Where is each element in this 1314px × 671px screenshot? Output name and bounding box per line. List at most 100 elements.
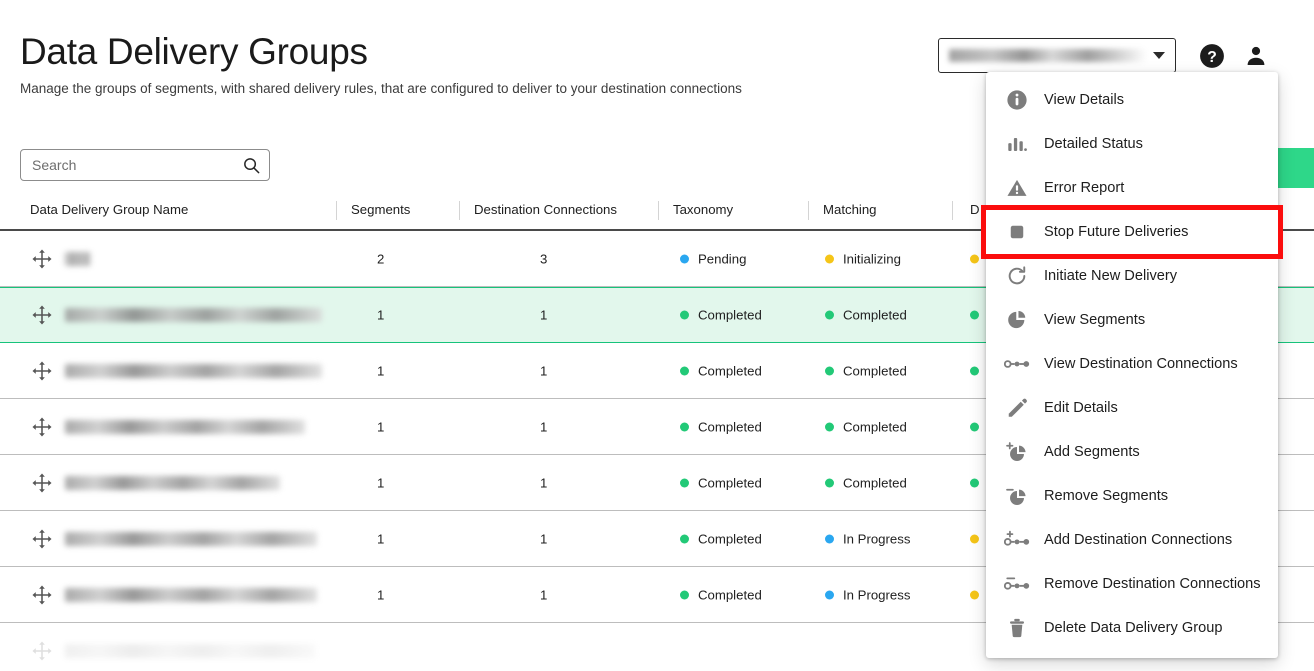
column-header[interactable]: D bbox=[970, 202, 980, 217]
status-dot-icon bbox=[970, 310, 979, 320]
warning-triangle-icon bbox=[1002, 175, 1032, 201]
status-label: Completed bbox=[698, 419, 762, 434]
destination-connections-cell: 1 bbox=[540, 587, 548, 602]
hierarchy-icon bbox=[31, 528, 53, 550]
group-name-cell bbox=[65, 363, 322, 378]
status-dot-icon bbox=[825, 534, 834, 543]
delivery-status-cell bbox=[970, 310, 979, 320]
menu-item-label: Error Report bbox=[1044, 180, 1125, 196]
column-header[interactable]: Data Delivery Group Name bbox=[30, 202, 188, 217]
menu-item-error-report[interactable]: Error Report bbox=[986, 166, 1278, 210]
menu-item-label: Edit Details bbox=[1044, 400, 1118, 416]
status-dot-icon bbox=[825, 254, 834, 263]
destination-connections-cell: 1 bbox=[540, 531, 548, 546]
menu-item-remove-segments[interactable]: Remove Segments bbox=[986, 474, 1278, 518]
menu-item-initiate-new-delivery[interactable]: Initiate New Delivery bbox=[986, 254, 1278, 298]
matching-status-cell: Initializing bbox=[825, 251, 901, 266]
delivery-status-cell bbox=[970, 534, 979, 543]
menu-item-label: Remove Destination Connections bbox=[1044, 576, 1261, 592]
menu-item-detailed-status[interactable]: Detailed Status bbox=[986, 122, 1278, 166]
menu-item-label: Detailed Status bbox=[1044, 136, 1143, 152]
segments-cell: 1 bbox=[377, 419, 385, 434]
status-label: Pending bbox=[698, 251, 747, 266]
status-dot-icon bbox=[680, 366, 689, 375]
delivery-status-cell bbox=[970, 590, 979, 599]
menu-item-view-details[interactable]: View Details bbox=[986, 78, 1278, 122]
page-subtitle: Manage the groups of segments, with shar… bbox=[20, 81, 742, 96]
destination-connections-cell: 1 bbox=[540, 419, 548, 434]
group-name-cell bbox=[65, 475, 280, 490]
row-actions-menu[interactable]: View Details Detailed Status Error Report S… bbox=[981, 72, 1283, 658]
column-header[interactable]: Taxonomy bbox=[673, 202, 733, 217]
connections-plus-icon bbox=[1002, 527, 1032, 553]
menu-item-label: Add Destination Connections bbox=[1044, 532, 1233, 548]
matching-status-cell: In Progress bbox=[825, 531, 910, 546]
column-divider bbox=[459, 201, 460, 220]
info-circle-icon bbox=[1002, 87, 1032, 113]
column-divider bbox=[336, 201, 337, 220]
status-dot-icon bbox=[825, 310, 834, 320]
page-root: Data Delivery Groups Manage the groups o… bbox=[0, 0, 1314, 671]
column-header[interactable]: Segments bbox=[351, 202, 410, 217]
delivery-status-cell bbox=[970, 478, 979, 487]
matching-status-cell: Completed bbox=[825, 363, 907, 378]
destination-connections-cell: 1 bbox=[540, 475, 548, 490]
hierarchy-icon bbox=[31, 416, 53, 438]
status-dot-icon bbox=[680, 534, 689, 543]
matching-status-cell: Completed bbox=[825, 308, 907, 323]
status-dot-icon bbox=[825, 478, 834, 487]
search-input[interactable] bbox=[32, 157, 242, 173]
menu-item-label: Initiate New Delivery bbox=[1044, 268, 1178, 284]
taxonomy-status-cell: Completed bbox=[680, 475, 762, 490]
status-label: Completed bbox=[698, 363, 762, 378]
column-header[interactable]: Matching bbox=[823, 202, 877, 217]
delivery-status-cell bbox=[970, 366, 979, 375]
menu-item-remove-destination-connections[interactable]: Remove Destination Connections bbox=[986, 562, 1278, 606]
destination-connections-cell: 1 bbox=[540, 363, 548, 378]
hierarchy-icon bbox=[31, 472, 53, 494]
search-box[interactable] bbox=[20, 149, 270, 181]
status-dot-icon bbox=[825, 366, 834, 375]
matching-status-cell: Completed bbox=[825, 419, 907, 434]
status-dot-icon bbox=[680, 590, 689, 599]
chevron-down-icon bbox=[1153, 52, 1165, 59]
pie-chart-plus-icon bbox=[1002, 439, 1032, 465]
menu-item-add-segments[interactable]: Add Segments bbox=[986, 430, 1278, 474]
account-selector-value bbox=[949, 49, 1147, 62]
connections-minus-icon bbox=[1002, 571, 1032, 597]
account-selector[interactable] bbox=[938, 38, 1176, 73]
pencil-icon bbox=[1002, 395, 1032, 421]
menu-item-add-destination-connections[interactable]: Add Destination Connections bbox=[986, 518, 1278, 562]
menu-item-label: Delete Data Delivery Group bbox=[1044, 620, 1223, 636]
help-button[interactable]: ? bbox=[1197, 41, 1227, 71]
column-header[interactable]: Destination Connections bbox=[474, 202, 617, 217]
user-account-button[interactable] bbox=[1241, 41, 1271, 71]
segments-cell: 1 bbox=[377, 475, 385, 490]
group-name-cell bbox=[65, 251, 91, 266]
matching-status-cell: In Progress bbox=[825, 587, 910, 602]
column-divider bbox=[808, 201, 809, 220]
status-label: In Progress bbox=[843, 587, 911, 602]
menu-item-view-segments[interactable]: View Segments bbox=[986, 298, 1278, 342]
taxonomy-status-cell: Pending bbox=[680, 251, 746, 266]
destination-connections-cell: 1 bbox=[540, 307, 548, 323]
menu-item-label: Add Segments bbox=[1044, 444, 1140, 460]
menu-item-view-destination-connections[interactable]: View Destination Connections bbox=[986, 342, 1278, 386]
segments-cell: 2 bbox=[377, 251, 385, 266]
segments-cell: 1 bbox=[377, 363, 385, 378]
menu-item-delete-data-delivery-group[interactable]: Delete Data Delivery Group bbox=[986, 606, 1278, 650]
status-dot-icon bbox=[825, 422, 834, 431]
segments-cell: 1 bbox=[377, 531, 385, 546]
menu-item-edit-details[interactable]: Edit Details bbox=[986, 386, 1278, 430]
search-icon[interactable] bbox=[242, 156, 261, 175]
page-title: Data Delivery Groups bbox=[20, 31, 368, 72]
status-dot-icon bbox=[970, 366, 979, 375]
matching-status-cell: Completed bbox=[825, 475, 907, 490]
menu-item-label: View Details bbox=[1044, 92, 1125, 108]
status-label: Completed bbox=[843, 363, 907, 378]
person-icon bbox=[1247, 46, 1265, 65]
status-dot-icon bbox=[970, 590, 979, 599]
menu-item-stop-future-deliveries[interactable]: Stop Future Deliveries bbox=[981, 205, 1283, 259]
status-dot-icon bbox=[970, 478, 979, 487]
group-name-cell bbox=[65, 308, 322, 322]
